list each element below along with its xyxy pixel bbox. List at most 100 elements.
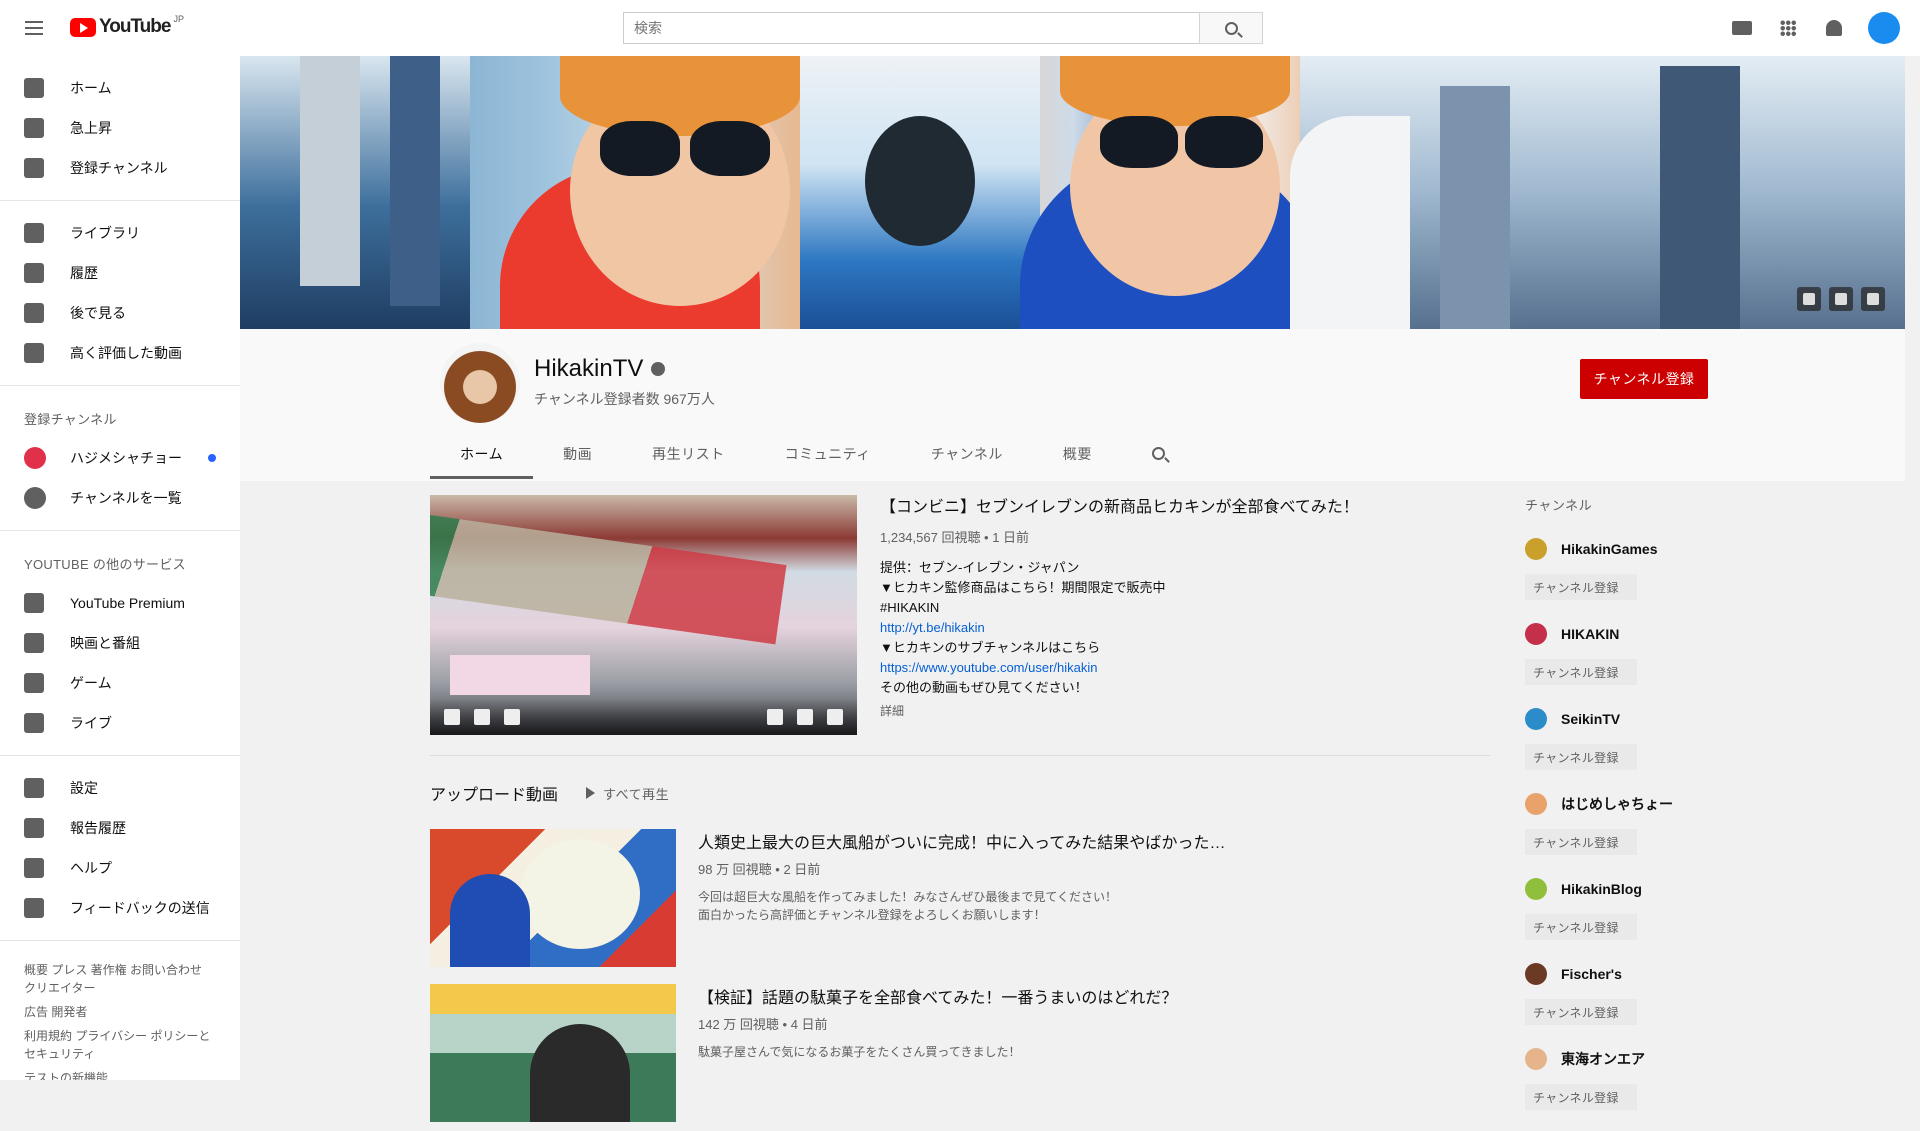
- featured-video-player[interactable]: [430, 495, 857, 735]
- sidebar-item-flag[interactable]: 報告履歴: [0, 808, 240, 848]
- channel-name: HikakinTV: [534, 355, 644, 382]
- play-all-label: すべて再生: [603, 786, 670, 802]
- next-icon[interactable]: [474, 709, 490, 725]
- sidebar-item-history[interactable]: 履歴: [0, 253, 240, 293]
- upload-video-item[interactable]: 【検証】話題の駄菓子を全部食べてみた！一番うまいのはどれだ？ 142 万 回視聴…: [430, 984, 1530, 1124]
- related-channel-name: HikakinBlog: [1561, 881, 1642, 897]
- channel-tab[interactable]: コミュニティ: [755, 431, 901, 479]
- featured-video-info: 【コンビニ】セブンイレブンの新商品ヒカキンが全部食べてみた！ 1,234,567…: [880, 497, 1520, 719]
- video-description: 今回は超巨大な風船を作ってみました！みなさんぜひ最後まで見てください！ 面白かっ…: [698, 890, 1118, 922]
- banner-link-icon[interactable]: [1797, 287, 1821, 311]
- sidebar-item-label: 報告履歴: [70, 820, 126, 836]
- banner-social-icon[interactable]: [1829, 287, 1853, 311]
- footer-links[interactable]: テストの新機能: [24, 1069, 216, 1080]
- footer-links[interactable]: 広告 開発者: [24, 1003, 216, 1021]
- subscriptions-heading: 登録チャンネル: [24, 411, 117, 427]
- youtube-logo[interactable]: YouTube JP: [70, 14, 184, 38]
- read-more-link[interactable]: 詳細: [880, 702, 1520, 719]
- search-input[interactable]: [623, 12, 1199, 44]
- uploads-title[interactable]: アップロード動画: [430, 781, 558, 805]
- footer-links[interactable]: 利用規約 プライバシー ポリシーとセキュリティ: [24, 1027, 216, 1063]
- youtube-logo-icon: [70, 17, 96, 37]
- related-channel-item: HikakinBlog チャンネル登録: [1525, 876, 1785, 961]
- sidebar-footer: 概要 プレス 著作権 お問い合わせ クリエイター広告 開発者利用規約 プライバシ…: [0, 953, 240, 1080]
- sidebar-item-gaming[interactable]: ゲーム: [0, 663, 240, 703]
- related-subscribe-button[interactable]: チャンネル登録: [1525, 914, 1637, 940]
- related-subscribe-button[interactable]: チャンネル登録: [1525, 574, 1637, 600]
- video-thumbnail[interactable]: [430, 829, 676, 967]
- sidebar-item-subscriptions[interactable]: 登録チャンネル: [0, 148, 240, 188]
- related-channel-link[interactable]: 東海オンエア: [1525, 1046, 1785, 1072]
- sidebar-item-watch-later[interactable]: 後で見る: [0, 293, 240, 333]
- video-title[interactable]: 人類史上最大の巨大風船がついに完成！中に入ってみた結果やばかった…: [698, 833, 1478, 855]
- video-title[interactable]: 【検証】話題の駄菓子を全部食べてみた！一番うまいのはどれだ？: [698, 988, 1478, 1010]
- miniplayer-icon[interactable]: [797, 709, 813, 725]
- channel-tab[interactable]: チャンネル: [901, 431, 1033, 479]
- fullscreen-icon[interactable]: [827, 709, 843, 725]
- upload-video-item[interactable]: 人類史上最大の巨大風船がついに完成！中に入ってみた結果やばかった… 98 万 回…: [430, 829, 1530, 969]
- featured-video-title[interactable]: 【コンビニ】セブンイレブンの新商品ヒカキンが全部食べてみた！: [880, 497, 1520, 519]
- play-icon[interactable]: [444, 709, 460, 725]
- notifications-icon[interactable]: [1822, 16, 1846, 40]
- divider: [430, 755, 1490, 756]
- video-meta: 98 万 回視聴 • 2 日前: [698, 862, 821, 877]
- more-services-heading: YOUTUBE の他のサービス: [24, 556, 186, 572]
- footer-links[interactable]: 概要 プレス 著作権 お問い合わせ クリエイター: [24, 961, 216, 997]
- sidebar-item-movies[interactable]: 映画と番組: [0, 623, 240, 663]
- video-frame-image: [430, 515, 787, 645]
- sidebar-item-trending[interactable]: 急上昇: [0, 108, 240, 148]
- library-icon: [24, 223, 44, 243]
- sidebar-item-label: 履歴: [70, 265, 98, 281]
- channel-tab[interactable]: ホーム: [430, 431, 534, 479]
- description-link[interactable]: https://www.youtube.com/user/hikakin: [880, 658, 1520, 678]
- channel-tab[interactable]: 再生リスト: [622, 431, 755, 479]
- channel-avatar-icon: [1525, 1048, 1547, 1070]
- create-video-icon[interactable]: [1730, 16, 1754, 40]
- sidebar-item-label: ホーム: [70, 80, 112, 96]
- sidebar-item-library[interactable]: ライブラリ: [0, 213, 240, 253]
- sidebar-subscription-item[interactable]: チャンネルを一覧: [0, 478, 240, 518]
- sidebar-item-premium[interactable]: YouTube Premium: [0, 583, 240, 623]
- search-button[interactable]: [1199, 12, 1263, 44]
- sidebar-item-settings[interactable]: 設定: [0, 768, 240, 808]
- sidebar-item-live[interactable]: ライブ: [0, 703, 240, 743]
- description-link[interactable]: http://yt.be/hikakin: [880, 618, 1520, 638]
- related-channel-link[interactable]: はじめしゃちょー: [1525, 791, 1785, 817]
- menu-icon[interactable]: [20, 14, 48, 42]
- sidebar-item-label: ハジメシャチョー: [70, 450, 182, 466]
- related-subscribe-button[interactable]: チャンネル登録: [1525, 744, 1637, 770]
- sidebar-item-home[interactable]: ホーム: [0, 68, 240, 108]
- sidebar-item-help[interactable]: ヘルプ: [0, 848, 240, 888]
- channel-search-button[interactable]: [1122, 431, 1195, 479]
- subscribe-button[interactable]: チャンネル登録: [1580, 359, 1708, 399]
- subscriber-count: チャンネル登録者数 967万人: [534, 391, 715, 407]
- apps-icon[interactable]: [1776, 16, 1800, 40]
- related-channel-item: HIKAKIN チャンネル登録: [1525, 621, 1785, 706]
- related-channel-link[interactable]: HikakinGames: [1525, 536, 1785, 562]
- channel-avatar-icon: [1525, 623, 1547, 645]
- sidebar-item-feedback[interactable]: フィードバックの送信: [0, 888, 240, 928]
- video-thumbnail[interactable]: [430, 984, 676, 1122]
- channel-avatar[interactable]: [440, 343, 520, 423]
- related-subscribe-button[interactable]: チャンネル登録: [1525, 1084, 1637, 1110]
- sidebar-subscription-item[interactable]: ハジメシャチョー: [0, 438, 240, 478]
- account-avatar[interactable]: [1868, 12, 1900, 44]
- related-channel-link[interactable]: HIKAKIN: [1525, 621, 1785, 647]
- settings-icon[interactable]: [767, 709, 783, 725]
- related-channel-link[interactable]: HikakinBlog: [1525, 876, 1785, 902]
- play-all-button[interactable]: すべて再生: [586, 784, 669, 803]
- volume-icon[interactable]: [504, 709, 520, 725]
- related-channel-link[interactable]: SeikinTV: [1525, 706, 1785, 732]
- channel-tab[interactable]: 概要: [1033, 431, 1122, 479]
- sidebar-item-liked-videos[interactable]: 高く評価した動画: [0, 333, 240, 373]
- sidebar-item-label: YouTube Premium: [70, 595, 185, 611]
- related-channel-link[interactable]: Fischer's: [1525, 961, 1785, 987]
- channel-tab[interactable]: 動画: [533, 431, 622, 479]
- banner-twitter-icon[interactable]: [1861, 287, 1885, 311]
- related-subscribe-button[interactable]: チャンネル登録: [1525, 829, 1637, 855]
- related-channel-name: SeikinTV: [1561, 711, 1621, 727]
- search-box: [623, 12, 1263, 44]
- featured-video-meta: 1,234,567 回視聴 • 1 日前: [880, 530, 1030, 545]
- related-subscribe-button[interactable]: チャンネル登録: [1525, 999, 1637, 1025]
- related-subscribe-button[interactable]: チャンネル登録: [1525, 659, 1637, 685]
